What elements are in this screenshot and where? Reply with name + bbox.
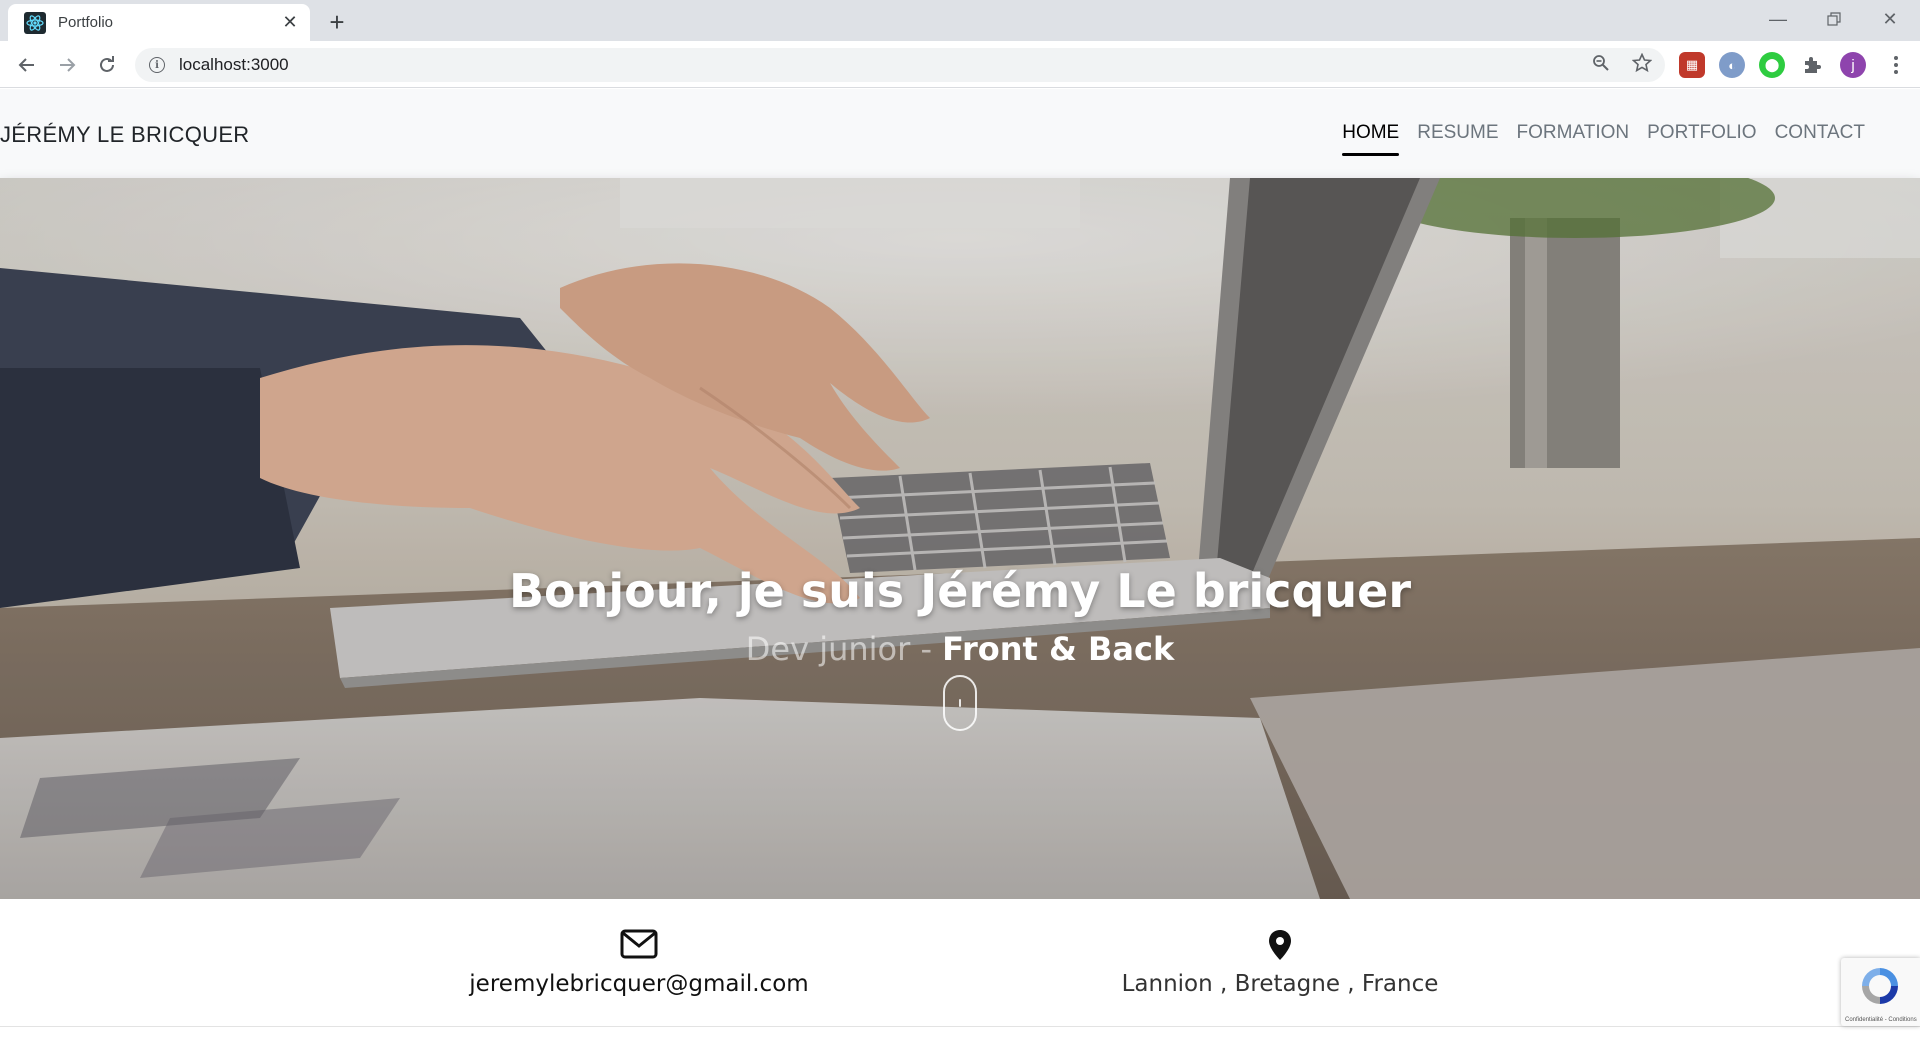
browser-tabstrip: Portfolio ✕ + — ✕ — [0, 0, 1920, 41]
scroll-down-icon[interactable] — [943, 675, 977, 731]
restore-icon — [1827, 12, 1841, 26]
minimize-window-button[interactable]: — — [1750, 0, 1806, 38]
hero-section: Bonjour, je suis Jérémy Le bricquer Dev … — [0, 178, 1920, 899]
hero-subtitle-role: Dev junior - — [745, 630, 943, 668]
hero-subtitle: Dev junior - Front & Back — [0, 630, 1920, 668]
contact-location: Lannion , Bretagne , France — [1030, 929, 1530, 997]
tab-title: Portfolio — [58, 14, 114, 31]
recaptcha-legal-text[interactable]: Confidentialité - Conditions — [1845, 1017, 1917, 1023]
nav-contact[interactable]: CONTACT — [1766, 122, 1874, 144]
site-header: JÉRÉMY LE BRICQUER HOME RESUME FORMATION… — [0, 89, 1920, 178]
profile-avatar[interactable]: j — [1840, 52, 1866, 78]
new-tab-button[interactable]: + — [323, 7, 351, 37]
arrow-right-icon — [60, 58, 76, 72]
react-logo-icon — [24, 11, 46, 34]
close-window-button[interactable]: ✕ — [1862, 0, 1918, 38]
nav-home[interactable]: HOME — [1333, 122, 1408, 156]
contact-location-text: Lannion , Bretagne , France — [1121, 971, 1439, 997]
map-pin-icon — [1030, 929, 1530, 967]
recaptcha-logo-icon — [1862, 968, 1898, 1004]
address-bar[interactable]: i localhost:3000 — [135, 48, 1665, 82]
site-brand[interactable]: JÉRÉMY LE BRICQUER — [0, 122, 250, 148]
contact-email-text[interactable]: jeremylebricquer@gmail.com — [389, 971, 889, 997]
contact-email[interactable]: jeremylebricquer@gmail.com — [389, 929, 889, 997]
extension-3-icon[interactable]: ⬤ — [1759, 52, 1785, 78]
nav-formation[interactable]: FORMATION — [1508, 122, 1639, 144]
extension-1-icon[interactable]: ▦ — [1679, 52, 1705, 78]
zoom-icon[interactable] — [1586, 48, 1616, 78]
browser-tab[interactable]: Portfolio ✕ — [8, 4, 310, 41]
address-url: localhost:3000 — [179, 55, 289, 74]
puzzle-extensions-icon[interactable] — [1799, 52, 1825, 78]
reload-button[interactable] — [92, 50, 122, 80]
browser-toolbar: i localhost:3000 — [0, 41, 1920, 88]
recaptcha-badge[interactable]: Confidentialité - Conditions — [1841, 958, 1920, 1026]
restore-window-button[interactable] — [1806, 0, 1862, 38]
contact-strip: jeremylebricquer@gmail.com Lannion , Bre… — [0, 899, 1920, 1027]
browser-menu-icon[interactable] — [1884, 50, 1908, 80]
hero-title: Bonjour, je suis Jérémy Le bricquer — [508, 564, 1412, 618]
bookmark-star-icon[interactable] — [1627, 48, 1657, 78]
forward-button[interactable] — [52, 50, 82, 80]
close-tab-icon[interactable]: ✕ — [280, 12, 300, 33]
arrow-left-icon — [18, 58, 34, 72]
main-nav: HOME RESUME FORMATION PORTFOLIO CONTACT — [1333, 122, 1874, 156]
nav-resume[interactable]: RESUME — [1408, 122, 1507, 144]
info-icon[interactable]: i — [149, 57, 165, 73]
extension-2-icon[interactable]: ◐ — [1719, 52, 1745, 78]
nav-portfolio[interactable]: PORTFOLIO — [1638, 122, 1765, 144]
back-button[interactable] — [12, 50, 42, 80]
hero-subtitle-stack: Front & Back — [942, 630, 1175, 668]
hero-background-image — [0, 178, 1920, 899]
envelope-icon — [389, 929, 889, 967]
reload-icon — [100, 56, 114, 72]
